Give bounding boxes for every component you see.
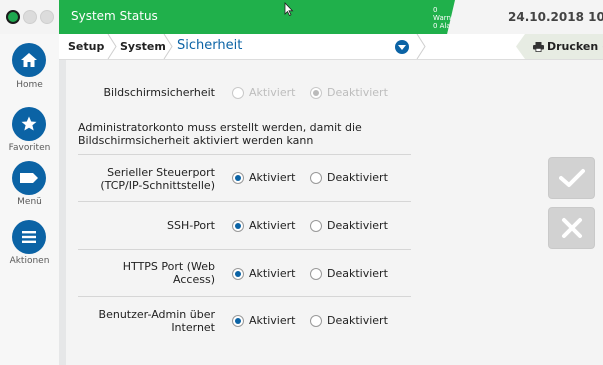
row-divider [78, 201, 411, 202]
serial-port-disabled-label: Deaktiviert [327, 171, 388, 184]
top-bar: System Status 0 Warnung(en) 0 Alarm(e) 2… [0, 0, 603, 34]
breadcrumb-separator-icon [107, 34, 117, 59]
system-status-bar[interactable]: System Status 0 Warnung(en) 0 Alarm(e) [59, 0, 455, 34]
status-warning-dot [23, 10, 37, 24]
ssh-port-label: SSH-Port [166, 219, 215, 232]
sidebar-item-actions-label: Aktionen [9, 256, 50, 266]
close-icon [561, 218, 582, 238]
breadcrumb-setup[interactable]: Setup [68, 40, 104, 53]
home-icon [21, 53, 37, 67]
star-icon [21, 116, 37, 131]
menu-button[interactable] [12, 161, 46, 195]
user-admin-label-line1: Benutzer-Admin über [98, 308, 215, 321]
https-port-label-line1: HTTPS Port (Web [122, 260, 215, 273]
tag-icon [20, 173, 38, 183]
screen-security-enabled-radio[interactable] [232, 87, 244, 99]
screen-security-disabled-radio[interactable] [310, 87, 322, 99]
printer-icon [533, 42, 544, 52]
serial-port-label-line2: (TCP/IP-Schnittstelle) [100, 179, 215, 192]
datetime-display: 24.10.2018 10:37 [508, 10, 603, 24]
user-admin-disabled-label: Deaktiviert [327, 314, 388, 327]
serial-port-enabled-radio[interactable] [232, 172, 244, 184]
https-port-label: HTTPS Port (Web Access) [78, 260, 215, 286]
breadcrumb-security[interactable]: Sicherheit [177, 38, 242, 53]
https-port-enabled-radio[interactable] [232, 268, 244, 280]
print-label: Drucken (C [547, 40, 603, 53]
status-ok-dot [6, 10, 20, 24]
cancel-button[interactable] [548, 207, 595, 249]
favorites-button[interactable] [12, 107, 46, 141]
screen-security-note: Administratorkonto muss erstellt werden,… [78, 121, 362, 147]
serial-port-label-line1: Serieller Steuerport [107, 166, 215, 179]
ssh-port-enabled-radio[interactable] [232, 220, 244, 232]
serial-port-enabled-label: Aktiviert [249, 171, 296, 184]
ssh-port-disabled-label: Deaktiviert [327, 219, 388, 232]
cursor-icon [284, 2, 294, 16]
warnings-count: 0 Warnung(en) [433, 6, 479, 22]
sidebar-item-menu-label: Menü [17, 197, 42, 207]
https-port-disabled-radio[interactable] [310, 268, 322, 280]
breadcrumb-separator-icon [416, 34, 426, 59]
user-admin-enabled-label: Aktiviert [249, 314, 296, 327]
screen-security-enabled-label: Aktiviert [249, 86, 296, 99]
ssh-port-enabled-label: Aktiviert [249, 219, 296, 232]
serial-port-label: Serieller Steuerport (TCP/IP-Schnittstel… [78, 166, 215, 192]
user-admin-label-line2: Internet [171, 321, 215, 334]
alarms-count: 0 Alarm(e) [433, 22, 471, 30]
print-button[interactable]: Drucken (C [516, 34, 603, 59]
https-port-enabled-label: Aktiviert [249, 267, 296, 280]
warnings-summary: 0 Warnung(en) 0 Alarm(e) [433, 6, 479, 30]
list-icon [22, 231, 36, 243]
screen-security-label: Bildschirmsicherheit [103, 86, 215, 99]
checkmark-icon [558, 169, 585, 187]
row-divider [78, 154, 411, 155]
sidebar-item-home-label: Home [16, 80, 43, 90]
row-divider [78, 296, 411, 297]
system-status-title: System Status [71, 9, 158, 23]
sidebar: Home Favoriten Menü Aktionen [0, 34, 59, 365]
https-port-disabled-label: Deaktiviert [327, 267, 388, 280]
breadcrumb-system[interactable]: System [120, 40, 166, 53]
screen-security-disabled-label: Deaktiviert [327, 86, 388, 99]
breadcrumb-separator-icon [163, 34, 173, 59]
actions-button[interactable] [12, 220, 46, 254]
status-alarm-dot [40, 10, 54, 24]
user-admin-enabled-radio[interactable] [232, 315, 244, 327]
breadcrumb: Setup System Sicherheit Drucken (C [59, 34, 603, 60]
home-button[interactable] [12, 43, 46, 77]
ssh-port-disabled-radio[interactable] [310, 220, 322, 232]
serial-port-disabled-radio[interactable] [310, 172, 322, 184]
confirm-button[interactable] [548, 157, 595, 199]
https-port-label-line2: Access) [173, 273, 215, 286]
row-divider [78, 249, 411, 250]
status-indicators [6, 10, 54, 24]
user-admin-disabled-radio[interactable] [310, 315, 322, 327]
breadcrumb-dropdown-icon[interactable] [395, 40, 409, 54]
user-admin-label: Benutzer-Admin über Internet [78, 308, 215, 334]
sidebar-item-favorites-label: Favoriten [8, 143, 51, 153]
